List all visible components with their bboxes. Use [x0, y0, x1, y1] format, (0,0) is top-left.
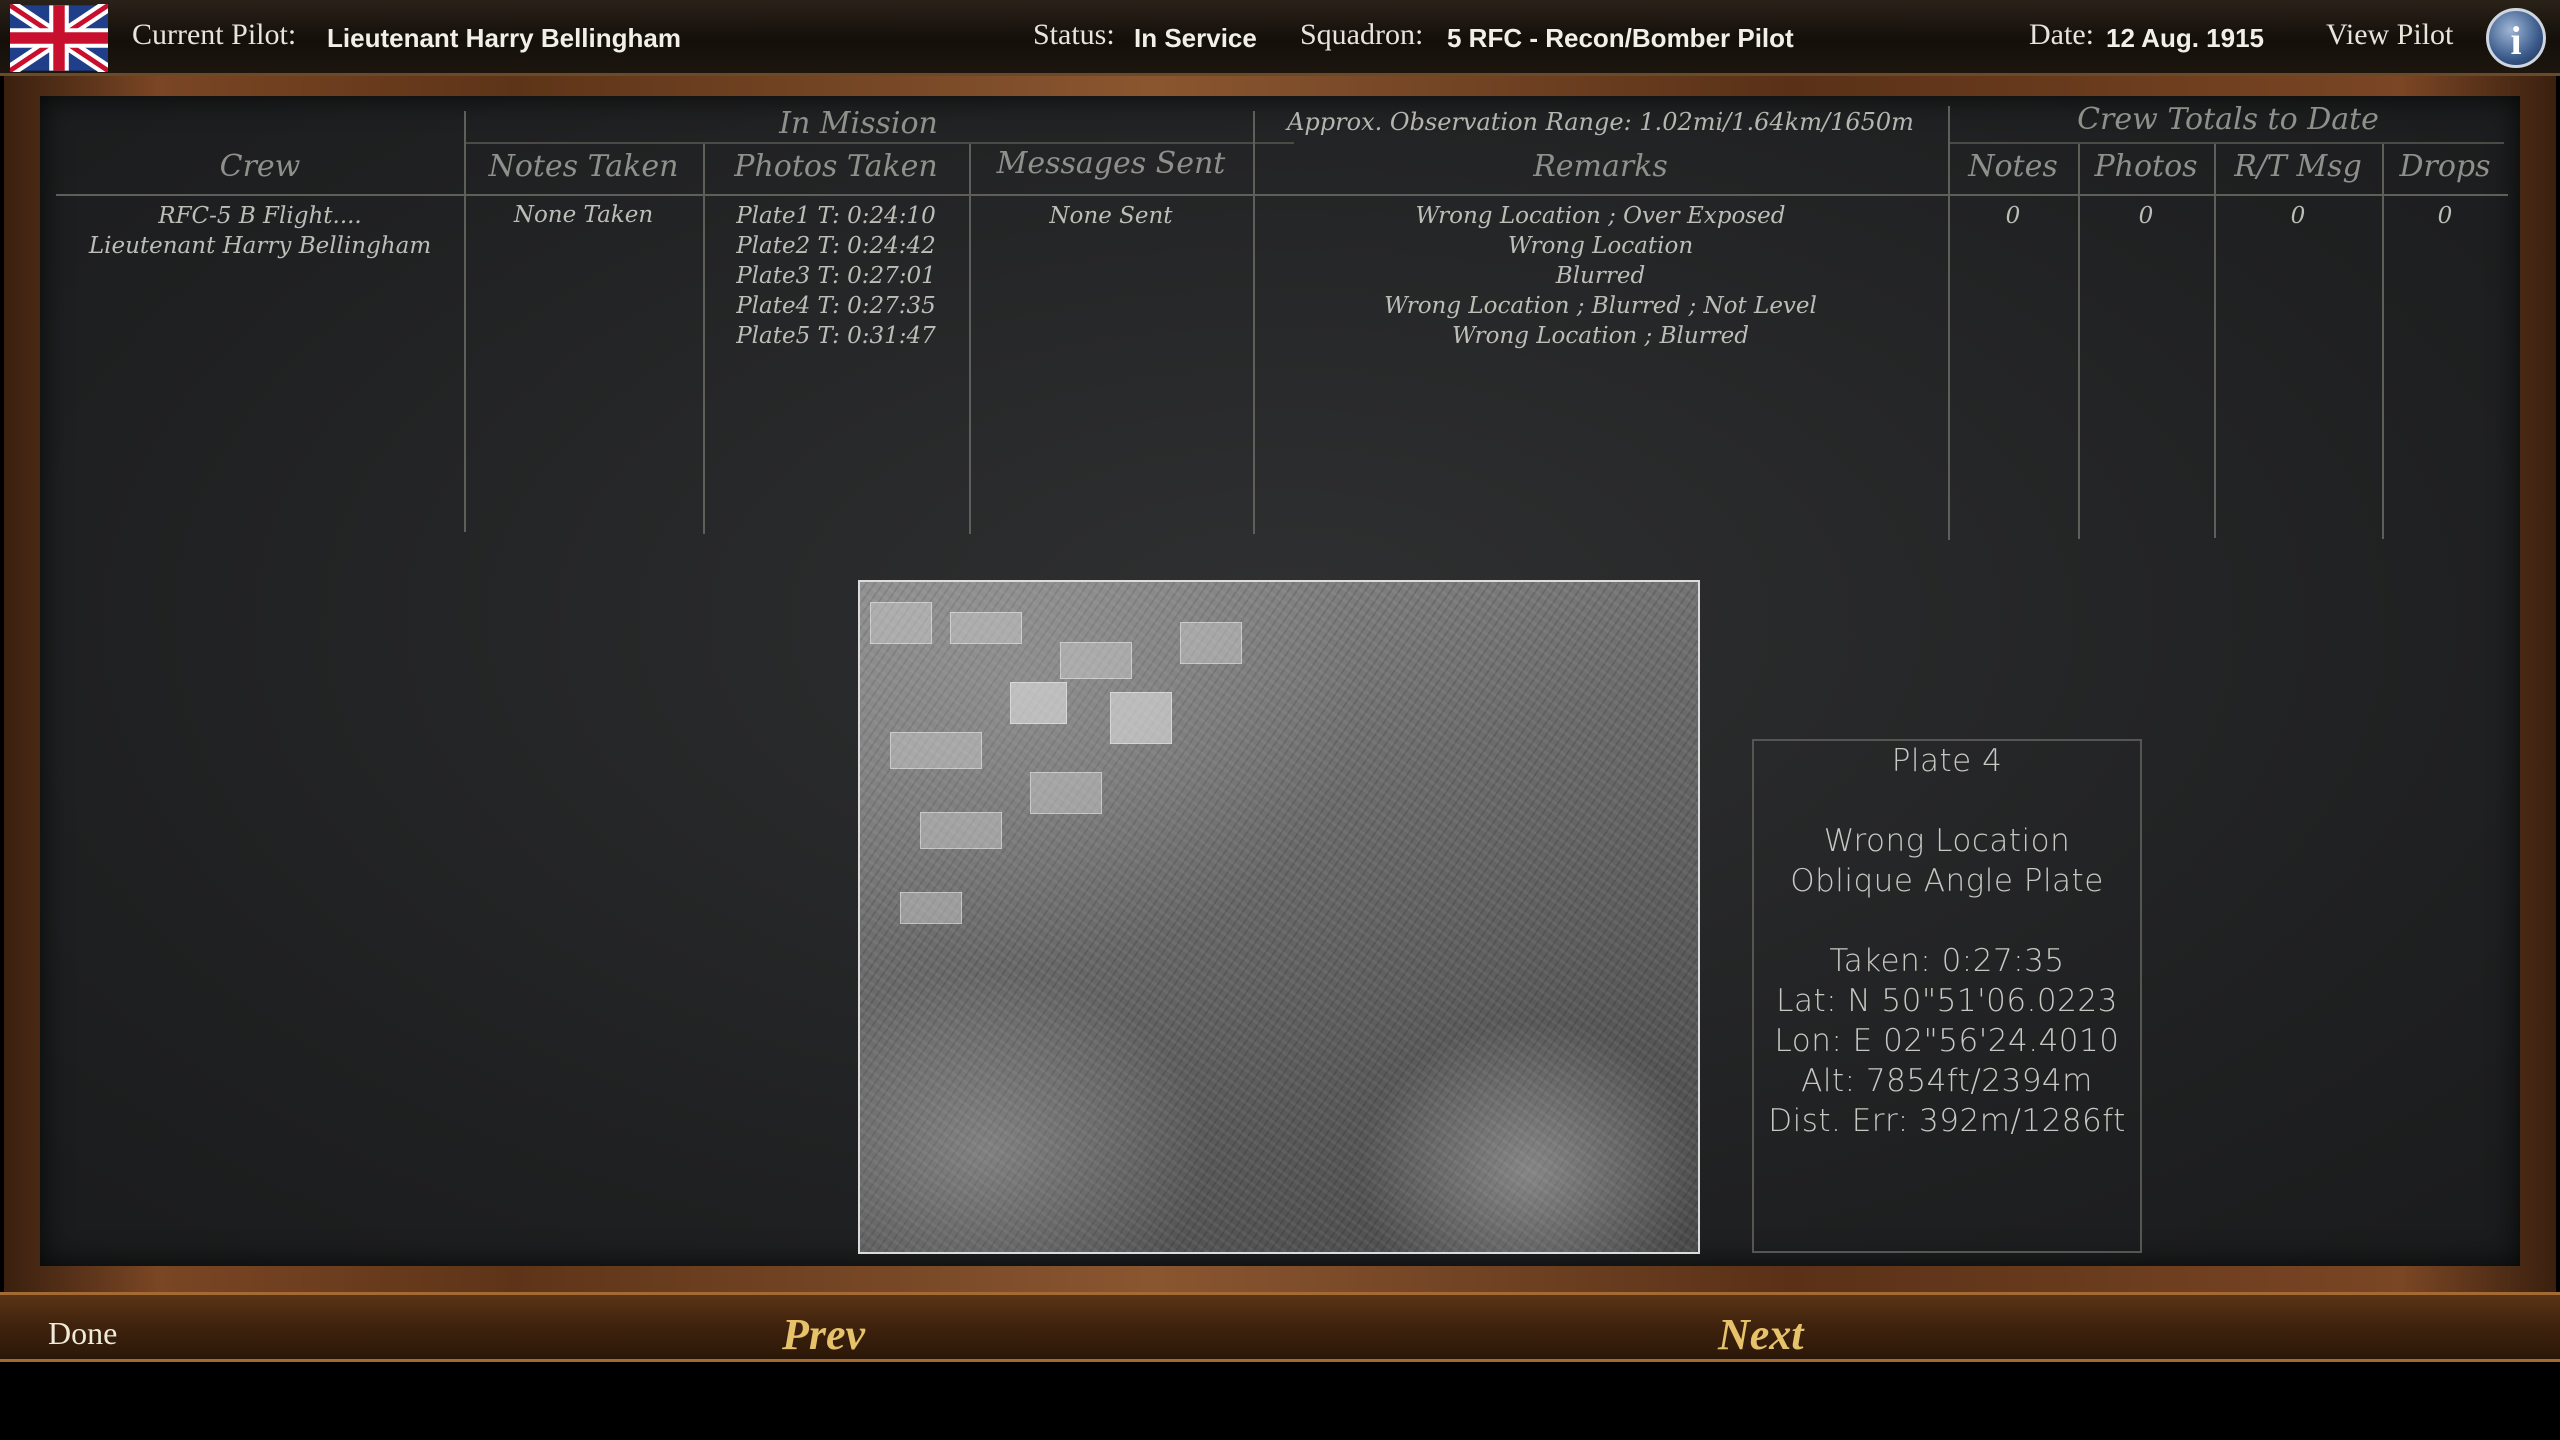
cell-photos-taken: Plate1 T: 0:24:10 Plate2 T: 0:24:42 Plat…	[736, 203, 936, 349]
status-label: Status:	[1033, 18, 1115, 51]
pilot-name: Lieutenant Harry Bellingham	[327, 23, 681, 53]
view-pilot-button[interactable]: View Pilot	[2326, 18, 2453, 52]
photo-field-patch	[1030, 772, 1102, 814]
in-mission-divider	[464, 142, 1294, 144]
photo-field-patch	[890, 732, 982, 769]
photo-field-patch	[1110, 692, 1172, 744]
header-divider	[56, 194, 2508, 196]
top-status-bar: Current Pilot: Lieutenant Harry Bellingh…	[0, 0, 2560, 76]
squadron-label: Squadron:	[1300, 18, 1424, 51]
cell-crew: RFC-5 B Flight.... Lieutenant Harry Bell…	[88, 203, 432, 259]
info-glyph: i	[2510, 18, 2522, 63]
date-label: Date:	[2029, 18, 2094, 51]
plate-latitude: Lat: N 50"51'06.0223	[1776, 983, 2118, 1019]
group-header-crew-totals: Crew Totals to Date	[2077, 102, 2379, 137]
plate-title: Plate 4	[1891, 743, 2003, 779]
col-header-remarks: Remarks	[1533, 149, 1668, 184]
photo-field-patch	[870, 602, 932, 644]
union-jack-flag-icon	[10, 4, 108, 72]
cell-notes-taken: None Taken	[513, 202, 654, 228]
col-header-crew: Crew	[219, 149, 301, 184]
cell-photos-total: 0	[2138, 203, 2154, 229]
plate-info-panel: Plate 4 Wrong Location Oblique Angle Pla…	[1752, 739, 2142, 1253]
plate-altitude: Alt: 7854ft/2394m	[1801, 1063, 2093, 1099]
plate-taken-time: Taken: 0:27:35	[1829, 943, 2065, 979]
col-header-messages-sent: Messages Sent	[996, 146, 1226, 181]
photo-field-patch	[900, 892, 962, 924]
plate-longitude: Lon: E 02"56'24.4010	[1774, 1023, 2120, 1059]
cell-rt-msg-total: 0	[2290, 203, 2306, 229]
photo-field-patch	[1010, 682, 1067, 724]
prev-button[interactable]: Prev	[782, 1309, 865, 1360]
bottom-nav-bar: Done Prev Next	[0, 1292, 2560, 1362]
cell-remarks: Wrong Location ; Over Exposed Wrong Loca…	[1384, 203, 1817, 349]
done-button[interactable]: Done	[48, 1315, 117, 1352]
reconnaissance-photo-plate	[858, 580, 1700, 1254]
col-header-rt-msg: R/T Msg	[2234, 149, 2362, 184]
cell-drops-total: 0	[2437, 203, 2453, 229]
info-icon[interactable]: i	[2486, 8, 2546, 68]
col-header-notes-taken: Notes Taken	[488, 149, 679, 184]
cell-notes-total: 0	[2005, 203, 2021, 229]
plate-distance-error: Dist. Err: 392m/1286ft	[1768, 1103, 2126, 1139]
pilot-label: Current Pilot:	[132, 18, 297, 51]
photo-field-patch	[1180, 622, 1242, 664]
photo-field-patch	[950, 612, 1022, 644]
group-header-in-mission: In Mission	[779, 106, 938, 141]
cell-messages-sent: None Sent	[1049, 203, 1173, 229]
photo-field-patch	[920, 812, 1002, 849]
plate-remark-1: Wrong Location	[1823, 823, 2071, 859]
date-value: 12 Aug. 1915	[2106, 23, 2265, 53]
status-value: In Service	[1134, 23, 1257, 53]
col-header-photos-taken: Photos Taken	[734, 149, 938, 184]
plate-remark-2: Oblique Angle Plate	[1790, 863, 2104, 899]
col-header-notes: Notes	[1968, 149, 2058, 184]
next-button[interactable]: Next	[1718, 1309, 1804, 1360]
photo-field-patch	[1060, 642, 1132, 679]
observation-range: Approx. Observation Range: 1.02mi/1.64km…	[1287, 108, 1914, 136]
squadron-value: 5 RFC - Recon/Bomber Pilot	[1447, 23, 1794, 53]
col-header-drops: Drops	[2399, 149, 2491, 184]
col-header-photos: Photos	[2094, 149, 2198, 184]
crew-totals-divider	[1950, 142, 2504, 144]
